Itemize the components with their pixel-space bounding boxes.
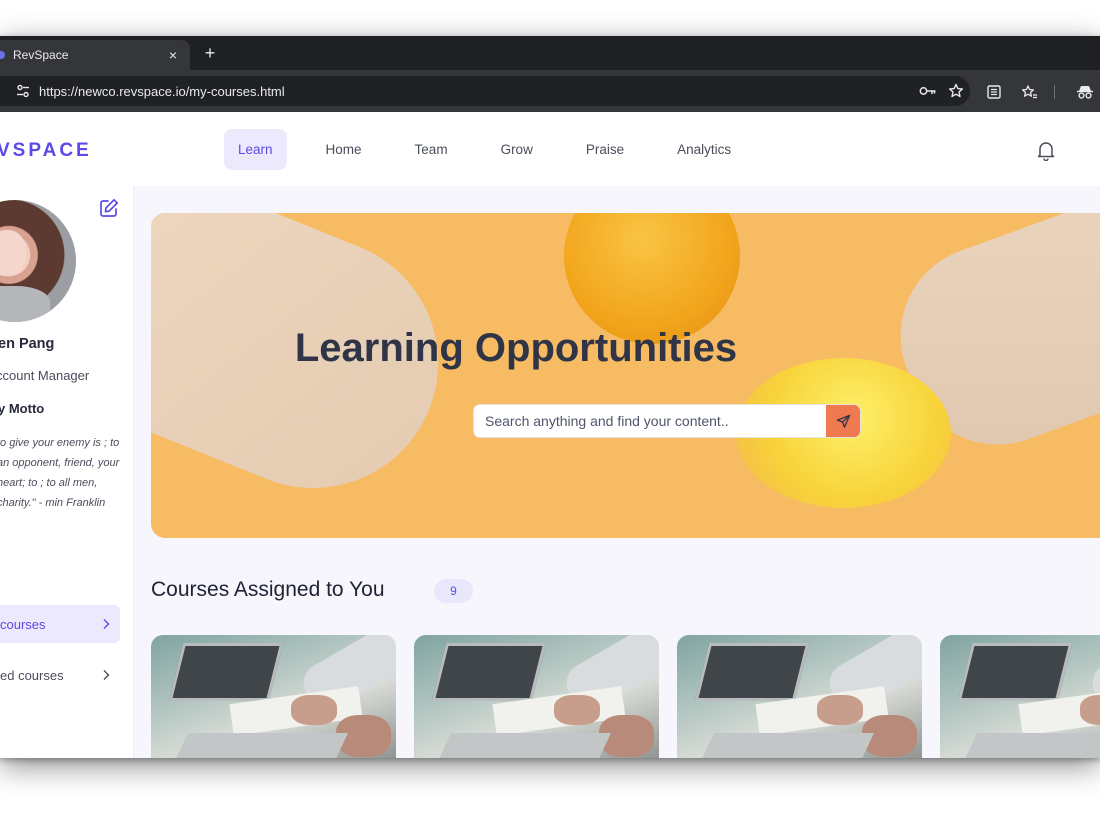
- main-nav: Learn Home Team Grow Praise Analytics: [224, 129, 770, 170]
- user-role: ccount Manager: [0, 368, 90, 383]
- chevron-right-icon: [96, 618, 116, 630]
- notification-bell-icon[interactable]: [1035, 139, 1057, 162]
- card-keyboard-graphic: [174, 733, 348, 758]
- card-keyboard-graphic: [437, 733, 611, 758]
- app-header: VSPACE Learn Home Team Grow Praise Analy…: [0, 112, 1100, 186]
- nav-learn[interactable]: Learn: [224, 129, 287, 170]
- toolbar-divider: [1054, 85, 1055, 99]
- card-laptop-graphic: [168, 643, 284, 701]
- avatar-scarf: [0, 286, 50, 322]
- sidebar-item-label: courses: [0, 616, 46, 632]
- courses-heading: Courses Assigned to You: [151, 578, 385, 601]
- motto-text: to give your enemy is ; to an opponent, …: [0, 437, 120, 509]
- chevron-right-icon: [96, 669, 116, 681]
- bookmarks-icon[interactable]: [1020, 83, 1038, 101]
- revspace-logo[interactable]: VSPACE: [0, 140, 92, 162]
- nav-team[interactable]: Team: [401, 129, 462, 170]
- card-laptop-graphic: [957, 643, 1073, 701]
- nav-praise[interactable]: Praise: [572, 129, 638, 170]
- sidebar-item-courses[interactable]: courses: [0, 605, 120, 643]
- card-keyboard-graphic: [963, 733, 1100, 758]
- hero-banner: Learning Opportunities: [151, 213, 1100, 538]
- card-hand-graphic: [291, 695, 337, 725]
- site-settings-icon[interactable]: [10, 83, 36, 99]
- browser-toolbar: https://newco.revspace.io/my-courses.htm…: [0, 70, 1100, 112]
- edit-profile-icon[interactable]: [98, 197, 120, 219]
- new-tab-button[interactable]: +: [200, 42, 220, 64]
- hero-title: Learning Opportunities: [294, 326, 738, 370]
- card-hand-graphic: [554, 695, 600, 725]
- avatar-face: [0, 230, 26, 276]
- card-hand-graphic: [817, 695, 863, 725]
- browser-tab[interactable]: RevSpace ×: [0, 40, 190, 70]
- url-text[interactable]: https://newco.revspace.io/my-courses.htm…: [39, 84, 914, 99]
- card-laptop-graphic: [694, 643, 810, 701]
- search-submit-button[interactable]: [826, 405, 860, 437]
- card-laptop-graphic: [431, 643, 547, 701]
- tab-favicon-icon: [0, 51, 5, 59]
- send-icon: [836, 414, 850, 428]
- tab-title: RevSpace: [13, 48, 69, 62]
- profile-sidebar: en Pang ccount Manager y Motto to give y…: [0, 186, 134, 758]
- decorative-sphere-top: [564, 213, 740, 344]
- sidebar-item-label: ed courses: [0, 667, 64, 683]
- sidebar-item-completed-courses[interactable]: ed courses: [0, 656, 120, 694]
- address-bar[interactable]: https://newco.revspace.io/my-courses.htm…: [0, 76, 970, 106]
- tab-strip: RevSpace × +: [0, 36, 1100, 70]
- card-keyboard-graphic: [700, 733, 874, 758]
- nav-grow[interactable]: Grow: [487, 129, 547, 170]
- bookmark-star-icon[interactable]: [942, 83, 970, 99]
- course-card[interactable]: [677, 635, 922, 758]
- course-card[interactable]: [414, 635, 659, 758]
- search-input[interactable]: [474, 405, 826, 437]
- nav-analytics[interactable]: Analytics: [663, 129, 745, 170]
- incognito-icon[interactable]: [1076, 83, 1094, 101]
- avatar: [0, 200, 76, 322]
- content-search: [473, 404, 861, 438]
- nav-home[interactable]: Home: [312, 129, 376, 170]
- course-count-badge: 9: [434, 579, 473, 603]
- course-card[interactable]: [940, 635, 1100, 758]
- reading-list-icon[interactable]: [985, 83, 1003, 101]
- user-name: en Pang: [0, 336, 55, 352]
- browser-window: RevSpace × + https://newco.revspace.io/m…: [0, 36, 1100, 758]
- password-key-icon[interactable]: [914, 85, 942, 97]
- motto-title: y Motto: [0, 401, 45, 416]
- course-card[interactable]: [151, 635, 396, 758]
- tab-close-icon[interactable]: ×: [164, 47, 182, 63]
